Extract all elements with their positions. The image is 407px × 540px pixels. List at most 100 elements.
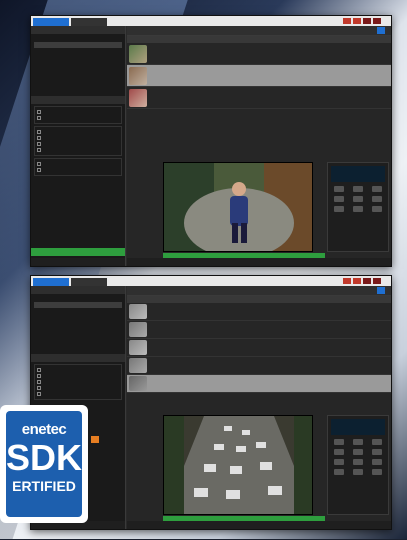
checkbox[interactable] (37, 130, 41, 134)
checkbox[interactable] (37, 392, 41, 396)
ptz-button[interactable] (352, 449, 363, 455)
ptz-button[interactable] (352, 196, 363, 202)
table-row[interactable] (127, 357, 391, 375)
table-header (127, 36, 391, 43)
thumbnail (129, 44, 147, 63)
sdk-certified-badge: enetec SDK ERTIFIED (0, 405, 88, 523)
video-frame (164, 163, 312, 251)
status-bar (127, 521, 391, 529)
window-control[interactable] (343, 278, 351, 284)
ptz-button[interactable] (371, 196, 382, 202)
table-row[interactable] (127, 87, 391, 109)
ptz-button[interactable] (371, 206, 382, 212)
tree-item[interactable] (34, 308, 122, 314)
preview-screen (331, 166, 385, 182)
tab-2[interactable] (71, 278, 107, 286)
camera-tree (31, 294, 125, 316)
window-control[interactable] (363, 18, 371, 24)
main-panel (127, 26, 391, 266)
ptz-button[interactable] (352, 459, 363, 465)
toolbar-button[interactable] (377, 27, 385, 34)
thumbnail (129, 358, 147, 373)
title-bar (31, 276, 391, 286)
checkbox[interactable] (37, 148, 41, 152)
table-row[interactable] (127, 303, 391, 321)
filter-group (34, 364, 122, 400)
checkbox[interactable] (37, 116, 41, 120)
thumbnail (129, 66, 147, 85)
ptz-button[interactable] (334, 186, 345, 192)
window-control[interactable] (353, 18, 361, 24)
search-button[interactable] (31, 248, 125, 256)
ptz-button[interactable] (371, 469, 382, 475)
ptz-button[interactable] (352, 206, 363, 212)
table-row[interactable] (127, 375, 391, 393)
ptz-control-panel (327, 415, 389, 515)
main-panel (127, 286, 391, 529)
warning-icon (91, 436, 99, 443)
tab-1[interactable] (33, 278, 69, 286)
ptz-button[interactable] (352, 469, 363, 475)
checkbox[interactable] (37, 136, 41, 140)
table-row[interactable] (127, 65, 391, 87)
badge-brand: enetec (21, 421, 67, 438)
ptz-button[interactable] (371, 439, 382, 445)
panel-header (31, 286, 125, 294)
panel-header (31, 26, 125, 34)
ptz-control-panel (327, 162, 389, 252)
thumbnail (129, 340, 147, 355)
tab-1[interactable] (33, 18, 69, 26)
left-panel (31, 26, 126, 266)
close-icon[interactable] (373, 18, 381, 24)
checkbox[interactable] (37, 168, 41, 172)
checkbox[interactable] (37, 162, 41, 166)
ptz-button[interactable] (352, 186, 363, 192)
close-icon[interactable] (373, 278, 381, 284)
badge-sdk: SDK (6, 437, 82, 478)
table-row[interactable] (127, 321, 391, 339)
camera-tree (31, 34, 125, 56)
filter-group (34, 158, 122, 176)
badge-panel: enetec SDK ERTIFIED (6, 411, 82, 517)
ptz-button[interactable] (334, 459, 345, 465)
checkbox[interactable] (37, 142, 41, 146)
ptz-button[interactable] (371, 449, 382, 455)
table-row[interactable] (127, 339, 391, 357)
checkbox[interactable] (37, 386, 41, 390)
ptz-button[interactable] (334, 206, 345, 212)
title-bar (31, 16, 391, 26)
tab-2[interactable] (71, 18, 107, 26)
table-header (127, 296, 391, 303)
ptz-button[interactable] (334, 439, 345, 445)
tree-item[interactable] (34, 48, 122, 54)
checkbox[interactable] (37, 368, 41, 372)
thumbnail (129, 88, 147, 107)
filter-group (34, 106, 122, 124)
checkbox[interactable] (37, 110, 41, 114)
toolbar (127, 26, 391, 36)
ptz-button[interactable] (334, 196, 345, 202)
checkbox[interactable] (37, 380, 41, 384)
toolbar-button[interactable] (377, 287, 385, 294)
window-control[interactable] (343, 18, 351, 24)
preview-screen (331, 419, 385, 435)
ptz-button[interactable] (352, 439, 363, 445)
window-control[interactable] (363, 278, 371, 284)
video-player[interactable] (163, 415, 313, 515)
status-bar (31, 258, 125, 266)
ptz-button[interactable] (334, 449, 345, 455)
thumbnail (129, 322, 147, 337)
panel-header (31, 96, 125, 104)
results-table (127, 36, 391, 109)
status-bar (127, 258, 391, 266)
ptz-button[interactable] (334, 469, 345, 475)
video-player[interactable] (163, 162, 313, 252)
ptz-button[interactable] (371, 459, 382, 465)
checkbox[interactable] (37, 374, 41, 378)
ptz-button[interactable] (371, 186, 382, 192)
table-row[interactable] (127, 43, 391, 65)
panel-header (31, 354, 125, 362)
badge-certified: ERTIFIED (12, 478, 76, 494)
window-control[interactable] (353, 278, 361, 284)
